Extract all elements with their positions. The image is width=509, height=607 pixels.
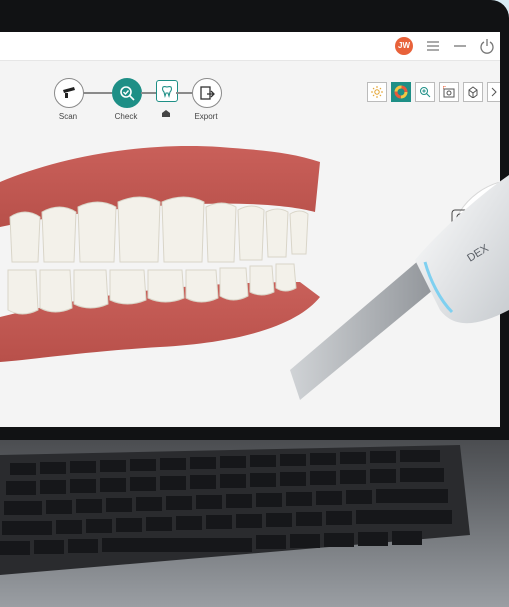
3d-view-icon	[468, 86, 478, 98]
home-icon	[161, 104, 171, 117]
brightness-tool[interactable]	[367, 82, 387, 102]
toolbar-expand[interactable]	[487, 82, 500, 102]
power-icon[interactable]	[478, 36, 496, 56]
step-connector	[141, 92, 156, 94]
step-connector	[83, 92, 112, 94]
app-top-bar: JW	[0, 32, 500, 61]
export-icon	[200, 86, 215, 100]
user-avatar[interactable]: JW	[395, 37, 413, 55]
step-check[interactable]	[112, 78, 142, 108]
app-screen: JW Scan Check Export	[0, 32, 500, 427]
step-check-label: Check	[114, 112, 138, 121]
radial-side-menu[interactable]	[430, 182, 500, 292]
color-wheel-icon	[394, 85, 408, 99]
dental-3d-model	[0, 146, 320, 362]
color-wheel-tool[interactable]	[391, 82, 411, 102]
zoom-icon	[420, 87, 431, 98]
step-export-label: Export	[194, 112, 218, 121]
screenshot-icon	[443, 86, 455, 98]
tooth-icon	[162, 86, 172, 98]
step-connector	[176, 92, 192, 94]
step-tooth[interactable]	[156, 80, 178, 102]
chevron-right-icon	[491, 87, 497, 97]
step-scan-label: Scan	[58, 112, 78, 121]
step-scan[interactable]	[54, 78, 84, 108]
check-magnify-icon	[120, 86, 135, 101]
minimize-icon[interactable]	[451, 36, 469, 56]
step-export[interactable]	[192, 78, 222, 108]
keyboard	[0, 445, 470, 575]
hamburger-menu-icon[interactable]	[424, 36, 442, 56]
zoom-tool[interactable]	[415, 82, 435, 102]
3d-view-tool[interactable]	[463, 82, 483, 102]
screenshot-tool[interactable]	[439, 82, 459, 102]
scanner-icon	[63, 87, 75, 98]
brightness-icon	[371, 86, 383, 98]
